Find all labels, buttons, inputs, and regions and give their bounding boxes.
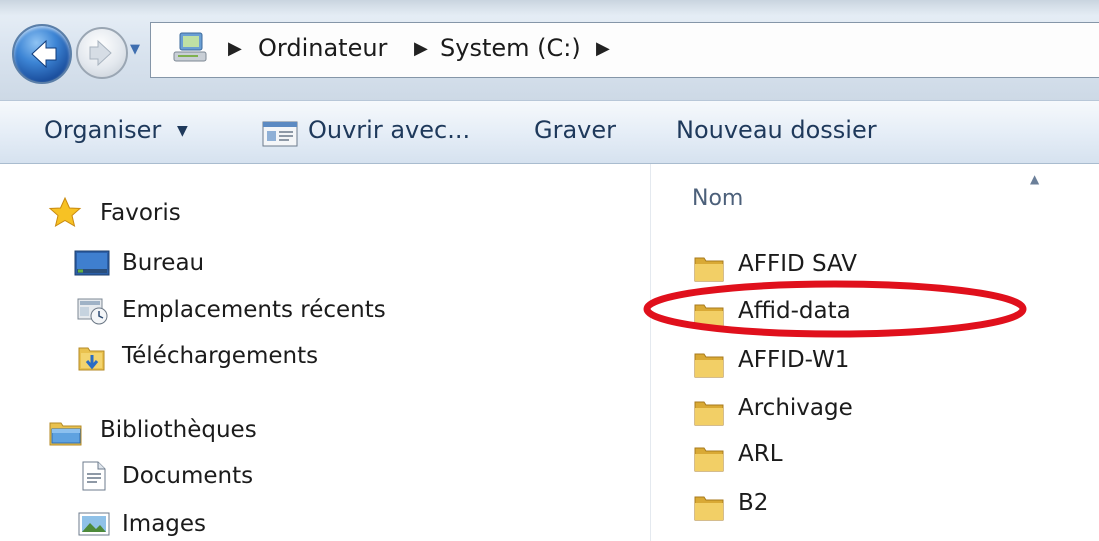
back-button[interactable] [12,24,72,84]
folder-label: Archivage [738,395,853,421]
chevron-down-icon: ▼ [176,123,188,139]
forward-arrow-icon [89,39,112,67]
nav-item-telechargements[interactable]: Téléchargements [122,343,318,369]
breadcrumb-separator-icon[interactable]: ▶ [596,38,610,59]
organise-button[interactable]: Organiser ▼ [44,116,188,144]
downloads-folder-icon [78,347,105,371]
open-with-icon [262,121,298,147]
burn-button[interactable]: Graver [534,116,616,144]
nav-item-images[interactable]: Images [122,511,206,537]
annotation-ellipse [643,280,1027,338]
folder-icon [694,447,724,472]
folder-label: ARL [738,441,783,467]
column-header-name[interactable]: Nom [692,186,743,211]
organise-label: Organiser [44,116,162,144]
nav-libraries[interactable]: Bibliothèques [100,417,257,443]
open-with-button[interactable]: Ouvrir avec... [308,116,470,144]
folder-label: AFFID SAV [738,251,858,277]
breadcrumb-separator-icon[interactable]: ▶ [414,38,428,59]
nav-favorites[interactable]: Favoris [100,200,181,226]
forward-button[interactable] [76,27,128,79]
pane-divider[interactable] [650,164,651,541]
recent-pages-dropdown-icon[interactable]: ▼ [130,43,144,57]
images-icon [78,512,110,536]
folder-label: AFFID-W1 [738,347,850,373]
documents-icon [82,461,106,491]
folder-icon [694,401,724,426]
breadcrumb-ordinateur[interactable]: Ordinateur [258,34,387,62]
folder-icon [694,353,724,378]
recent-places-icon [77,298,108,325]
breadcrumb-system-c[interactable]: System (C:) [440,34,581,62]
sort-ascending-icon: ▲ [1030,172,1040,186]
folder-label: B2 [738,490,769,516]
nav-item-emplacements-recents[interactable]: Emplacements récents [122,297,386,323]
star-icon [48,196,82,228]
libraries-icon [49,422,82,446]
computer-icon [173,32,207,62]
breadcrumb-separator-icon[interactable]: ▶ [228,38,242,59]
back-arrow-icon [31,39,57,69]
window-top-edge [0,0,1099,16]
folder-icon [694,496,724,521]
nav-item-documents[interactable]: Documents [122,463,253,489]
nav-item-bureau[interactable]: Bureau [122,250,204,276]
desktop-icon [74,250,110,276]
new-folder-button[interactable]: Nouveau dossier [676,116,877,144]
